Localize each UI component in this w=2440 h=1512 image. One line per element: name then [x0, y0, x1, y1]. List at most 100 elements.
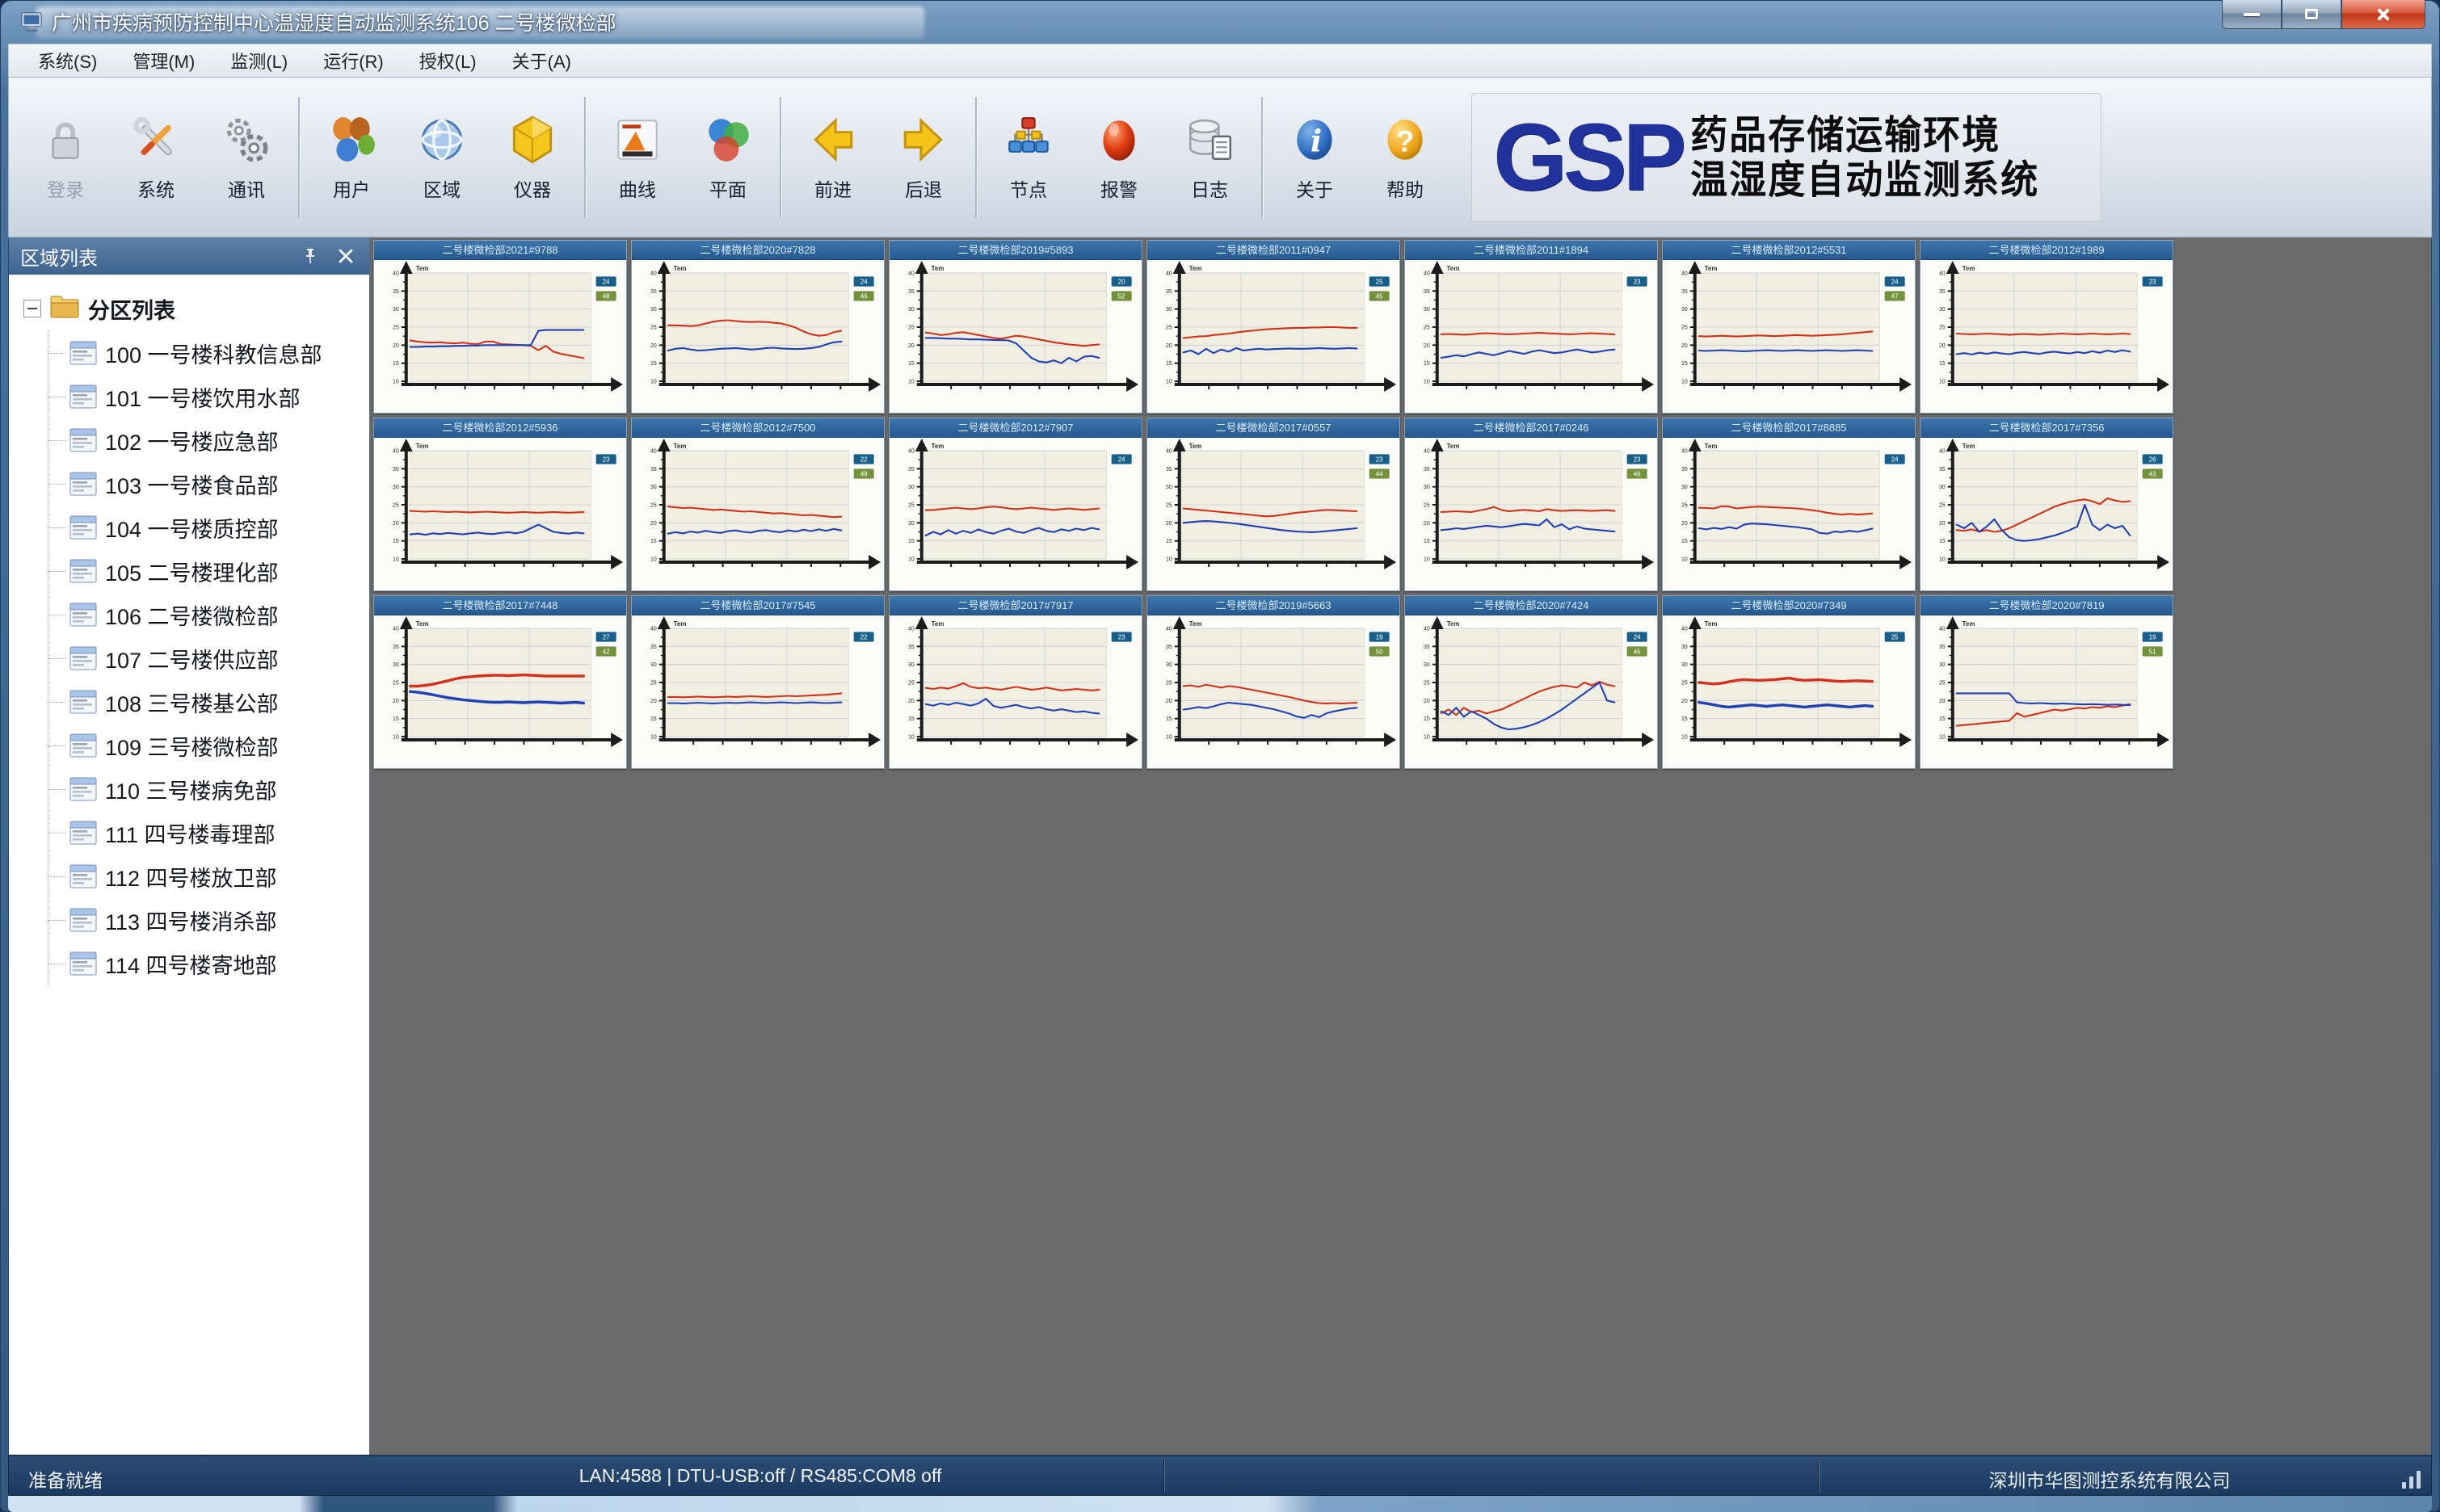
svg-text:10: 10 [1424, 734, 1430, 740]
svg-text:10: 10 [650, 734, 657, 740]
sensor-chart-panel[interactable]: 二号楼微检部2012#790740353025201510Tem24 [889, 418, 1142, 591]
tree-root[interactable]: 分区列表 [23, 286, 369, 331]
title-bar[interactable]: 广州市疾病预防控制中心温湿度自动监测系统106 二号楼微检部 [8, 0, 2432, 44]
panel-close-icon[interactable] [334, 244, 358, 268]
area-node-icon [69, 341, 97, 365]
svg-text:10: 10 [1424, 556, 1430, 562]
toolbar-button-help[interactable]: ? 帮助 [1360, 86, 1450, 229]
pin-icon[interactable] [298, 244, 322, 268]
tree-item-102[interactable]: 102 一号楼应急部 [48, 418, 369, 462]
sensor-chart-panel[interactable]: 二号楼微检部2012#593640353025201510Tem23 [373, 418, 627, 591]
menu-manage[interactable]: 管理(M) [115, 43, 212, 78]
sensor-chart-panel[interactable]: 二号楼微检部2011#189440353025201510Tem23 [1404, 240, 1658, 414]
sensor-chart-panel[interactable]: 二号楼微检部2017#754540353025201510Tem22 [631, 595, 885, 769]
svg-text:46: 46 [860, 292, 868, 300]
toolbar-button-plane[interactable]: 平面 [683, 86, 773, 229]
node-tree-icon [1002, 113, 1055, 166]
toolbar-button-comm[interactable]: 通讯 [201, 86, 292, 229]
tree-item-107[interactable]: 107 二号楼供应部 [48, 636, 369, 680]
sensor-chart-panel[interactable]: 二号楼微检部2017#888540353025201510Tem24 [1662, 418, 1916, 591]
svg-text:35: 35 [1424, 645, 1430, 650]
svg-text:10: 10 [393, 556, 399, 562]
toolbar-button-device[interactable]: 仪器 [487, 86, 578, 229]
svg-text:23: 23 [1376, 456, 1383, 463]
sensor-chart-panel[interactable]: 二号楼微检部2020#742440353025201510Tem2445 [1404, 595, 1658, 769]
area-node-icon [69, 690, 97, 714]
svg-text:40: 40 [908, 626, 915, 632]
toolbar-button-region[interactable]: 区域 [397, 86, 487, 229]
svg-text:52: 52 [1118, 292, 1125, 300]
toolbar-button-logs[interactable]: 日志 [1164, 86, 1255, 229]
sensor-chart-panel[interactable]: 二号楼微检部2021#978840353025201510Tem2448 [373, 240, 627, 414]
tree-item-111[interactable]: 111 四号楼毒理部 [48, 811, 369, 855]
toolbar-button-system[interactable]: 系统 [111, 86, 201, 229]
tree-item-114[interactable]: 114 四号楼寄地部 [48, 942, 369, 985]
sensor-chart-panel[interactable]: 二号楼微检部2017#744840353025201510Tem2742 [373, 595, 627, 769]
sensor-chart-panel[interactable]: 二号楼微检部2020#734940353025201510Tem25 [1662, 595, 1916, 769]
sensor-chart-panel[interactable]: 二号楼微检部2019#566340353025201510Tem1950 [1146, 595, 1400, 769]
tree-item-105[interactable]: 105 二号楼理化部 [48, 549, 369, 593]
tree-item-106[interactable]: 106 二号楼微检部 [48, 593, 369, 636]
sensor-chart: 40353025201510Tem25 [1663, 615, 1915, 768]
sensor-chart-panel[interactable]: 二号楼微检部2017#735640353025201510Tem2643 [1920, 418, 2173, 591]
svg-text:40: 40 [1939, 626, 1946, 632]
sensor-chart-panel[interactable]: 二号楼微检部2019#589340353025201510Tem2052 [889, 240, 1142, 414]
svg-text:Tem: Tem [416, 443, 429, 450]
svg-text:30: 30 [1424, 662, 1430, 668]
svg-text:19: 19 [1376, 633, 1383, 640]
tree-item-108[interactable]: 108 三号楼基公部 [48, 680, 369, 724]
sensor-chart-panel[interactable]: 二号楼微检部2012#750040353025201510Tem2249 [631, 418, 885, 591]
sensor-chart-panel[interactable]: 二号楼微检部2011#094740353025201510Tem2545 [1146, 240, 1400, 414]
collapse-icon[interactable] [23, 300, 41, 317]
svg-text:15: 15 [1424, 539, 1430, 544]
toolbar-button-login[interactable]: 登录 [20, 86, 111, 229]
svg-text:24: 24 [1891, 456, 1899, 463]
area-node-label: 107 二号楼供应部 [105, 643, 279, 674]
resize-grip-icon[interactable] [2402, 1468, 2423, 1489]
sensor-chart: 40353025201510Tem1951 [1920, 615, 2173, 768]
tree-item-101[interactable]: 101 一号楼饮用水部 [48, 375, 369, 418]
toolbar-button-about[interactable]: i 关于 [1269, 86, 1360, 229]
menu-authorize[interactable]: 授权(L) [402, 43, 494, 78]
sensor-chart-panel[interactable]: 二号楼微检部2012#198940353025201510Tem23 [1920, 240, 2173, 414]
svg-text:20: 20 [1166, 521, 1172, 527]
toolbar-button-users[interactable]: 用户 [306, 86, 397, 229]
menu-monitor[interactable]: 监测(L) [212, 43, 305, 78]
svg-text:15: 15 [1939, 539, 1946, 544]
tree-item-109[interactable]: 109 三号楼微检部 [48, 724, 369, 767]
svg-text:25: 25 [650, 680, 657, 686]
menu-system[interactable]: 系统(S) [20, 43, 115, 78]
svg-text:20: 20 [1424, 699, 1430, 704]
sensor-chart-panel[interactable]: 二号楼微检部2020#782840353025201510Tem2446 [631, 240, 885, 414]
tree-item-100[interactable]: 100 一号楼科教信息部 [48, 331, 369, 375]
toolbar-button-alarm[interactable]: 报警 [1074, 86, 1164, 229]
svg-text:30: 30 [908, 307, 915, 313]
tree-item-113[interactable]: 113 四号楼消杀部 [48, 898, 369, 942]
tree-item-104[interactable]: 104 一号楼质控部 [48, 506, 369, 549]
close-button[interactable] [2341, 0, 2425, 29]
tree-item-110[interactable]: 110 三号楼病免部 [48, 767, 369, 811]
tree-item-103[interactable]: 103 一号楼食品部 [48, 462, 369, 506]
sensor-chart-panel[interactable]: 二号楼微检部2020#781940353025201510Tem1951 [1920, 595, 2173, 769]
svg-text:40: 40 [650, 626, 657, 632]
svg-text:Tem: Tem [932, 265, 944, 272]
sensor-chart-panel[interactable]: 二号楼微检部2017#791740353025201510Tem23 [889, 595, 1142, 769]
menu-run[interactable]: 运行(R) [305, 43, 402, 78]
sensor-chart-panel[interactable]: 二号楼微检部2017#055740353025201510Tem2344 [1146, 418, 1400, 591]
sensor-chart-panel[interactable]: 二号楼微检部2017#024640353025201510Tem2346 [1404, 418, 1658, 591]
toolbar-button-back[interactable]: 后退 [878, 86, 969, 229]
minimize-button[interactable] [2222, 0, 2282, 29]
toolbar-button-forward[interactable]: 前进 [788, 86, 878, 229]
toolbar-button-nodes[interactable]: 节点 [983, 86, 1074, 229]
tree-item-112[interactable]: 112 四号楼放卫部 [48, 855, 369, 898]
menu-about[interactable]: 关于(A) [494, 43, 589, 78]
svg-text:25: 25 [1681, 680, 1688, 686]
svg-text:Tem: Tem [1963, 443, 1975, 450]
sensor-chart-panel[interactable]: 二号楼微检部2012#553140353025201510Tem2447 [1662, 240, 1916, 414]
sensor-chart-title: 二号楼微检部2017#0557 [1147, 418, 1399, 438]
toolbar-button-curve[interactable]: 曲线 [592, 86, 683, 229]
svg-text:35: 35 [393, 645, 399, 650]
maximize-button[interactable] [2282, 0, 2341, 29]
area-node-icon [69, 864, 97, 888]
area-list-panel: 区域列表 分区列表 100 一号楼科教信息部101 一号楼饮用水部102 [9, 237, 371, 1455]
